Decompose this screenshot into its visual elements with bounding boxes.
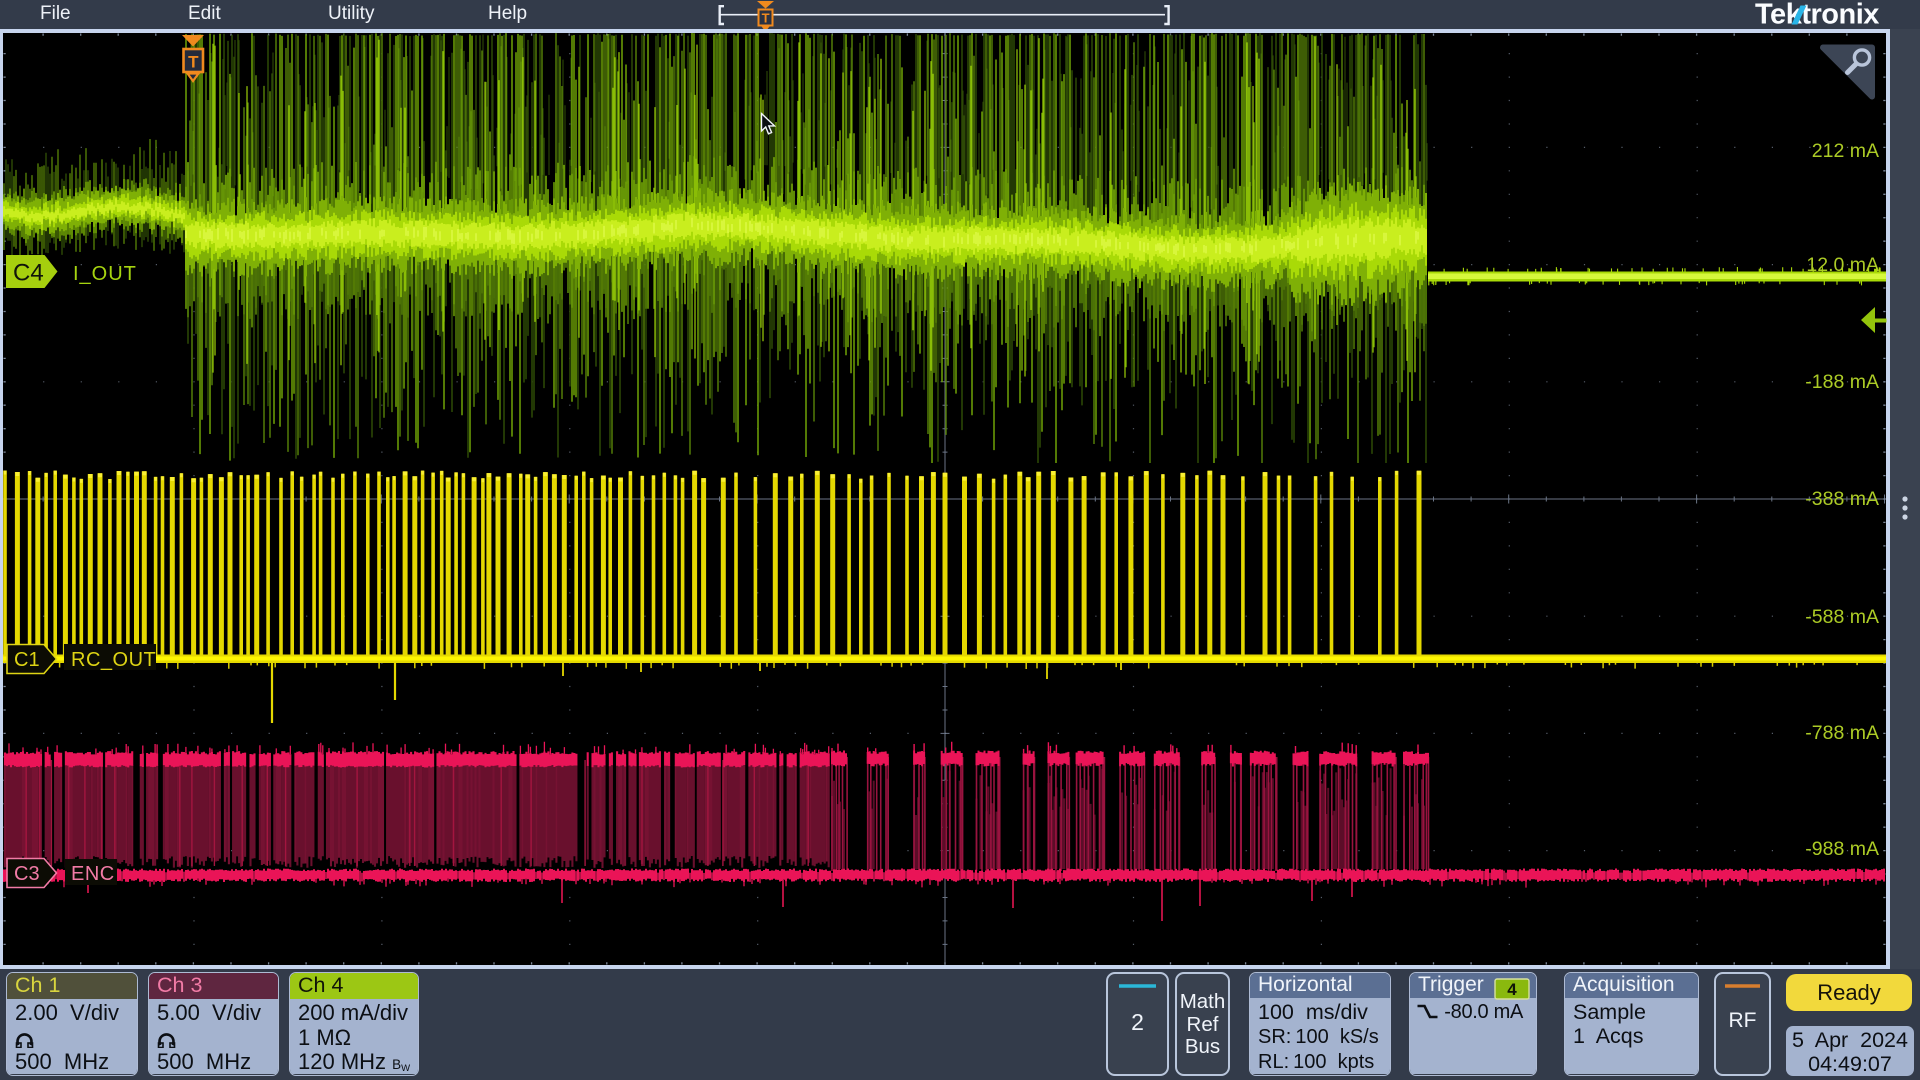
svg-text:C1: C1 <box>14 649 40 671</box>
svg-text:-388 mA: -388 mA <box>1805 488 1879 510</box>
svg-text:-788 mA: -788 mA <box>1805 722 1879 744</box>
svg-text:RC_OUT: RC_OUT <box>71 649 156 671</box>
svg-text:C4: C4 <box>13 260 44 287</box>
svg-text:212 mA: 212 mA <box>1812 140 1879 162</box>
svg-text:4: 4 <box>1507 980 1517 999</box>
svg-text:12.0 mA: 12.0 mA <box>1806 254 1879 276</box>
svg-text:Tektronix: Tektronix <box>1755 0 1879 29</box>
svg-text:-988 mA: -988 mA <box>1805 838 1879 860</box>
svg-text:I_OUT: I_OUT <box>73 263 137 285</box>
svg-text:C3: C3 <box>14 863 40 885</box>
svg-text:T: T <box>188 53 199 72</box>
svg-text:-188 mA: -188 mA <box>1805 371 1879 393</box>
svg-text:-588 mA: -588 mA <box>1805 606 1879 628</box>
svg-text:T: T <box>762 11 770 26</box>
svg-text:ENC: ENC <box>71 863 115 885</box>
